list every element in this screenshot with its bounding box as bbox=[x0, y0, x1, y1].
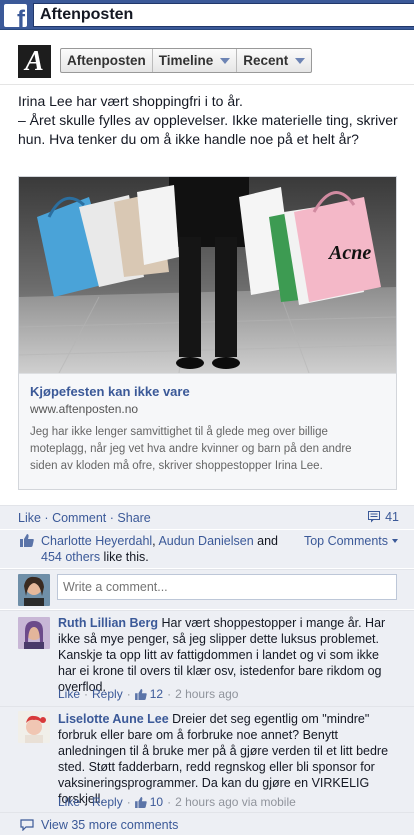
comment-like-button[interactable]: Like bbox=[58, 687, 80, 701]
thumbs-up-icon bbox=[134, 796, 147, 808]
comment-count[interactable]: 41 bbox=[368, 510, 399, 524]
liker-link[interactable]: Audun Danielsen bbox=[158, 534, 253, 548]
chevron-down-icon bbox=[295, 57, 306, 64]
shared-link-card[interactable]: Acne Kjøpefesten kan ikke vare www.aften… bbox=[18, 176, 397, 490]
post-action-bar: Like · Comment · Share 41 bbox=[0, 505, 414, 529]
chevron-down-icon bbox=[392, 539, 398, 543]
timeline-dropdown[interactable]: Timeline bbox=[153, 49, 238, 72]
likes-summary: Charlotte Heyerdahl, Audun Danielsen and… bbox=[0, 530, 414, 568]
view-more-comments[interactable]: View 35 more comments bbox=[0, 812, 414, 835]
post-text: Irina Lee har vært shoppingfri i to år. … bbox=[18, 93, 398, 147]
comment-icon bbox=[20, 819, 34, 831]
comment-body: Ruth Lillian Berg Har vært shoppestopper… bbox=[58, 615, 398, 695]
like-button[interactable]: Like bbox=[18, 511, 41, 525]
page-button[interactable]: Aftenposten bbox=[61, 49, 153, 72]
comment-author[interactable]: Liselotte Aune Lee bbox=[58, 712, 169, 726]
comment-meta: Like · Reply · 12 · 2 hours ago bbox=[58, 687, 239, 701]
share-button[interactable]: Share bbox=[117, 511, 150, 525]
comment-body: Liselotte Aune Lee Dreier det seg egentl… bbox=[58, 711, 398, 807]
comment-like-button[interactable]: Like bbox=[58, 795, 80, 809]
comment-item: Ruth Lillian Berg Har vært shoppestopper… bbox=[0, 610, 414, 706]
facebook-logo-icon[interactable]: f bbox=[4, 4, 27, 27]
shared-link-image[interactable]: Acne bbox=[19, 177, 396, 373]
comment-like-count[interactable]: 10 bbox=[150, 795, 163, 809]
liker-link[interactable]: Charlotte Heyerdahl bbox=[41, 534, 152, 548]
chevron-down-icon bbox=[220, 57, 231, 64]
page-header: A Aftenposten Timeline Recent bbox=[0, 31, 414, 85]
shared-link-title[interactable]: Kjøpefesten kan ikke vare bbox=[30, 384, 190, 399]
avatar[interactable] bbox=[18, 711, 50, 743]
recent-dropdown[interactable]: Recent bbox=[237, 49, 311, 72]
top-bar: f Aftenposten bbox=[0, 0, 414, 30]
other-likers-link[interactable]: 454 others bbox=[41, 550, 100, 564]
post-actions: Like · Comment · Share bbox=[18, 511, 151, 525]
comment-icon bbox=[368, 511, 381, 523]
thumbs-up-icon bbox=[20, 534, 34, 547]
comment-like-count[interactable]: 12 bbox=[150, 687, 163, 701]
comment-timestamp: 2 hours ago bbox=[175, 687, 239, 701]
comment-reply-button[interactable]: Reply bbox=[92, 795, 123, 809]
avatar bbox=[18, 574, 50, 606]
page-title: Aftenposten bbox=[40, 6, 134, 23]
page-nav: Aftenposten Timeline Recent bbox=[60, 48, 313, 73]
thumbs-up-icon bbox=[134, 688, 147, 700]
view-more-comments-link[interactable]: View 35 more comments bbox=[41, 818, 178, 832]
comment-meta: Like · Reply · 10 · 2 hours ago via mobi… bbox=[58, 795, 296, 809]
page-title-box: Aftenposten bbox=[33, 3, 414, 27]
shared-link-info: Kjøpefesten kan ikke vare www.aftenposte… bbox=[19, 373, 396, 489]
aftenposten-logo[interactable]: A bbox=[18, 45, 51, 78]
comment-item: Liselotte Aune Lee Dreier det seg egentl… bbox=[0, 706, 414, 812]
comment-author[interactable]: Ruth Lillian Berg bbox=[58, 616, 158, 630]
shared-link-domain: www.aftenposten.no bbox=[30, 402, 139, 416]
comment-input[interactable] bbox=[57, 574, 397, 600]
comment-reply-button[interactable]: Reply bbox=[92, 687, 123, 701]
shared-link-description: Jeg har ikke lenger samvittighet til å g… bbox=[30, 426, 352, 472]
comment-button[interactable]: Comment bbox=[52, 511, 106, 525]
acne-bag-label: Acne bbox=[327, 242, 371, 264]
likes-text: Charlotte Heyerdahl, Audun Danielsen and… bbox=[41, 534, 278, 564]
comment-timestamp: 2 hours ago via mobile bbox=[175, 795, 296, 809]
comment-text: Dreier det seg egentlig om "mindre" forb… bbox=[58, 712, 389, 806]
avatar[interactable] bbox=[18, 617, 50, 649]
comment-composer bbox=[0, 569, 414, 609]
top-comments-dropdown[interactable]: Top Comments bbox=[304, 534, 398, 548]
